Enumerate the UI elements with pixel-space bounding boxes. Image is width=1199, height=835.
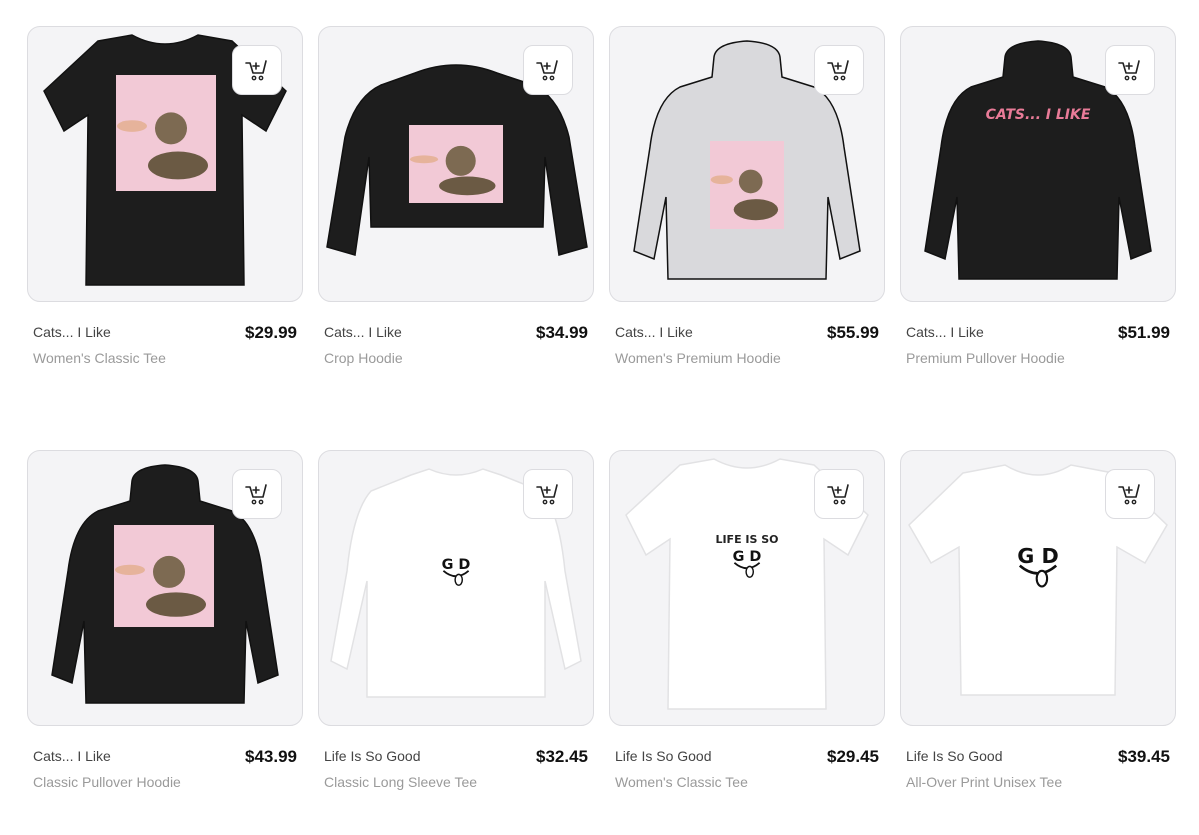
product-type[interactable]: Women's Premium Hoodie — [615, 350, 781, 366]
cat-head — [445, 145, 476, 176]
product-image[interactable]: G D — [318, 450, 594, 726]
hand — [115, 564, 145, 575]
add-to-cart-button[interactable] — [523, 45, 573, 95]
cart-add-icon — [245, 60, 267, 81]
product-card[interactable]: LIFE IS SO G D Life Is So Good $29.45 Wom… — [609, 450, 885, 802]
cat-head — [153, 555, 185, 588]
product-info: Cats... I Like $43.99 Classic Pullover H… — [27, 726, 303, 804]
product-card[interactable]: CATS... I LIKE Cats... I Like $51.99 Pre… — [900, 26, 1176, 378]
cart-add-icon — [1118, 484, 1140, 505]
product-image[interactable] — [27, 26, 303, 302]
product-info: Life Is So Good $39.45 All-Over Print Un… — [900, 726, 1176, 804]
add-to-cart-button[interactable] — [232, 45, 282, 95]
product-card[interactable]: G D Life Is So Good $39.45 All-Over Prin… — [900, 450, 1176, 802]
good-print: G D — [733, 549, 762, 565]
product-type[interactable]: Classic Long Sleeve Tee — [324, 774, 477, 790]
print-text: LIFE IS SO — [715, 533, 778, 546]
good-print: G D — [442, 557, 471, 573]
product-info: Cats... I Like $55.99 Women's Premium Ho… — [609, 302, 885, 380]
add-to-cart-button[interactable] — [523, 469, 573, 519]
product-price: $55.99 — [827, 323, 879, 342]
product-card[interactable]: Cats... I Like $34.99 Crop Hoodie — [318, 26, 594, 378]
cart-add-icon — [1118, 60, 1140, 81]
product-type[interactable]: Classic Pullover Hoodie — [33, 774, 181, 790]
add-to-cart-button[interactable] — [814, 469, 864, 519]
add-to-cart-button[interactable] — [232, 469, 282, 519]
product-name[interactable]: Cats... I Like — [906, 324, 984, 340]
product-price: $29.99 — [245, 323, 297, 342]
cart-add-icon — [245, 484, 267, 505]
product-card[interactable]: Cats... I Like $29.99 Women's Classic Te… — [27, 26, 303, 378]
product-price: $32.45 — [536, 747, 588, 766]
product-info: Life Is So Good $29.45 Women's Classic T… — [609, 726, 885, 804]
product-name[interactable]: Life Is So Good — [906, 748, 1003, 764]
product-image[interactable]: CATS... I LIKE — [900, 26, 1176, 302]
product-card[interactable]: Cats... I Like $43.99 Classic Pullover H… — [27, 450, 303, 802]
product-info: Life Is So Good $32.45 Classic Long Slee… — [318, 726, 594, 804]
cart-add-icon — [536, 484, 558, 505]
product-price: $43.99 — [245, 747, 297, 766]
cart-add-icon — [536, 60, 558, 81]
product-name[interactable]: Cats... I Like — [33, 324, 111, 340]
cart-add-icon — [827, 484, 849, 505]
tongue-mark — [745, 565, 755, 578]
product-name[interactable]: Life Is So Good — [615, 748, 712, 764]
product-type[interactable]: Crop Hoodie — [324, 350, 403, 366]
product-card[interactable]: Cats... I Like $55.99 Women's Premium Ho… — [609, 26, 885, 378]
add-to-cart-button[interactable] — [814, 45, 864, 95]
product-image[interactable] — [609, 26, 885, 302]
product-price: $51.99 — [1118, 323, 1170, 342]
product-price: $39.45 — [1118, 747, 1170, 766]
product-price: $29.45 — [827, 747, 879, 766]
tongue-mark — [1035, 569, 1049, 588]
cat-body — [733, 199, 779, 221]
hand — [409, 155, 439, 164]
good-print: G D — [1017, 544, 1059, 568]
product-info: Cats... I Like $51.99 Premium Pullover H… — [900, 302, 1176, 380]
add-to-cart-button[interactable] — [1105, 45, 1155, 95]
product-image[interactable]: G D — [900, 450, 1176, 726]
product-price: $34.99 — [536, 323, 588, 342]
product-image[interactable]: LIFE IS SO G D — [609, 450, 885, 726]
hand — [710, 175, 733, 185]
cat-head — [155, 112, 187, 145]
hand — [117, 120, 147, 132]
product-type[interactable]: Women's Classic Tee — [615, 774, 748, 790]
product-name[interactable]: Cats... I Like — [33, 748, 111, 764]
product-type[interactable]: Premium Pullover Hoodie — [906, 350, 1065, 366]
tongue-mark — [454, 573, 464, 586]
product-image[interactable] — [27, 450, 303, 726]
product-type[interactable]: All-Over Print Unisex Tee — [906, 774, 1062, 790]
print-text: CATS... I LIKE — [986, 107, 1091, 123]
add-to-cart-button[interactable] — [1105, 469, 1155, 519]
product-info: Cats... I Like $34.99 Crop Hoodie — [318, 302, 594, 380]
product-name[interactable]: Cats... I Like — [324, 324, 402, 340]
cat-body — [146, 592, 206, 617]
cat-body — [439, 176, 496, 196]
product-name[interactable]: Cats... I Like — [615, 324, 693, 340]
product-name[interactable]: Life Is So Good — [324, 748, 421, 764]
product-image[interactable] — [318, 26, 594, 302]
product-type[interactable]: Women's Classic Tee — [33, 350, 166, 366]
product-card[interactable]: G D Life Is So Good $32.45 Classic Long … — [318, 450, 594, 802]
product-grid: Cats... I Like $29.99 Women's Classic Te… — [27, 26, 1176, 802]
product-info: Cats... I Like $29.99 Women's Classic Te… — [27, 302, 303, 380]
cat-head — [738, 169, 763, 194]
cart-add-icon — [827, 60, 849, 81]
cat-body — [148, 151, 208, 180]
